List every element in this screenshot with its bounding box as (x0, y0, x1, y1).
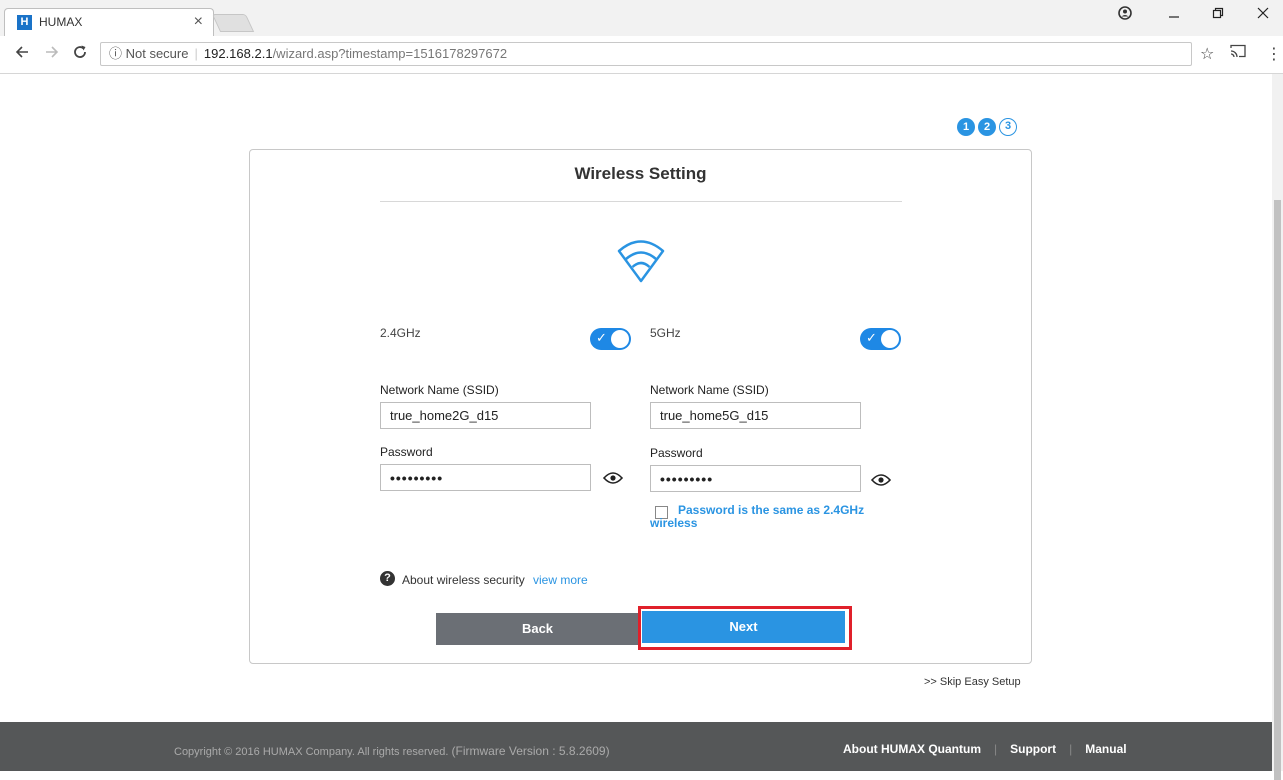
star-icon[interactable]: ☆ (1200, 44, 1214, 64)
url-host: 192.168.2.1 (203, 46, 273, 61)
skip-easy-setup-link[interactable]: >> Skip Easy Setup (924, 676, 1021, 688)
ssid-5-input[interactable] (650, 402, 861, 429)
manual-link[interactable]: Manual (1085, 742, 1126, 756)
forward-arrow-icon[interactable] (44, 44, 60, 65)
url-separator: | (194, 46, 198, 61)
reload-icon[interactable] (72, 44, 88, 65)
toggle-knob (881, 330, 899, 348)
url-path: /wizard.asp?timestamp=1516178297672 (272, 46, 508, 61)
wireless-security-help-text: About wireless security (402, 573, 525, 587)
ssid-24-label: Network Name (SSID) (380, 383, 499, 397)
profile-icon[interactable] (1118, 6, 1132, 24)
page-title: Wireless Setting (574, 164, 707, 183)
tab-strip: H HUMAX × (0, 0, 1283, 36)
page-footer: Copyright © 2016 HUMAX Company. All righ… (0, 722, 1272, 771)
wizard-step-indicator: 1 2 3 (957, 118, 1017, 138)
step-1: 1 (957, 118, 975, 136)
step-3: 3 (999, 118, 1017, 136)
check-icon: ✓ (866, 330, 877, 345)
next-button[interactable]: Next (642, 611, 845, 643)
band-24ghz-label: 2.4GHz (380, 326, 421, 340)
check-icon: ✓ (596, 330, 607, 345)
tab-title: HUMAX (39, 15, 83, 29)
humax-favicon-icon: H (17, 15, 32, 30)
toggle-knob (611, 330, 629, 348)
password-24-label: Password (380, 445, 433, 459)
footer-links: About HUMAX Quantum | Support | Manual (843, 742, 1127, 756)
scrollbar-thumb[interactable] (1274, 200, 1281, 780)
security-indicator[interactable]: ⓘ Not secure (109, 46, 188, 61)
url-field[interactable]: ⓘ Not secure | 192.168.2.1/wizard.asp?time… (100, 42, 1192, 66)
browser-tab[interactable]: H HUMAX × (4, 8, 214, 36)
password-5-label: Password (650, 446, 703, 460)
help-icon: ? (380, 571, 395, 586)
footer-separator: | (993, 742, 998, 756)
band-5ghz-toggle[interactable]: ✓ (860, 328, 901, 350)
band-24ghz-toggle[interactable]: ✓ (590, 328, 631, 350)
copyright-label: Copyright © 2016 HUMAX Company. All righ… (174, 746, 449, 758)
wifi-icon (617, 240, 665, 283)
firmware-version: (Firmware Version : 5.8.2609) (451, 744, 610, 758)
window-close-icon[interactable] (1257, 6, 1269, 23)
show-password-5-icon[interactable] (871, 473, 891, 487)
page-scrollbar[interactable] (1272, 74, 1283, 780)
ssid-24-input[interactable] (380, 402, 591, 429)
support-link[interactable]: Support (1010, 742, 1056, 756)
ssid-5-label: Network Name (SSID) (650, 383, 769, 397)
back-arrow-icon[interactable] (14, 44, 30, 65)
password-5-input[interactable] (650, 465, 861, 492)
back-button[interactable]: Back (436, 613, 639, 645)
copyright-text: Copyright © 2016 HUMAX Company. All righ… (174, 744, 610, 758)
title-divider (380, 201, 902, 202)
footer-separator: | (1069, 742, 1073, 756)
tab-close-icon[interactable]: × (194, 13, 203, 31)
minimize-icon[interactable] (1168, 6, 1180, 23)
new-tab-button[interactable] (211, 14, 255, 32)
password-24-input[interactable] (380, 464, 591, 491)
show-password-24-icon[interactable] (603, 471, 623, 485)
cast-icon[interactable] (1230, 44, 1246, 63)
maximize-icon[interactable] (1212, 6, 1224, 23)
view-more-link[interactable]: view more (533, 573, 588, 587)
step-2: 2 (978, 118, 996, 136)
band-5ghz-label: 5GHz (650, 326, 681, 340)
same-password-label[interactable]: Password is the same as 2.4GHz wireless (650, 504, 890, 530)
address-bar: ⓘ Not secure | 192.168.2.1/wizard.asp?time… (0, 36, 1283, 74)
menu-icon[interactable]: ⋮ (1266, 44, 1282, 64)
about-humax-link[interactable]: About HUMAX Quantum (843, 742, 981, 756)
wireless-setting-card: Wireless Setting 2.4GHz ✓ Network Name (… (249, 149, 1032, 664)
